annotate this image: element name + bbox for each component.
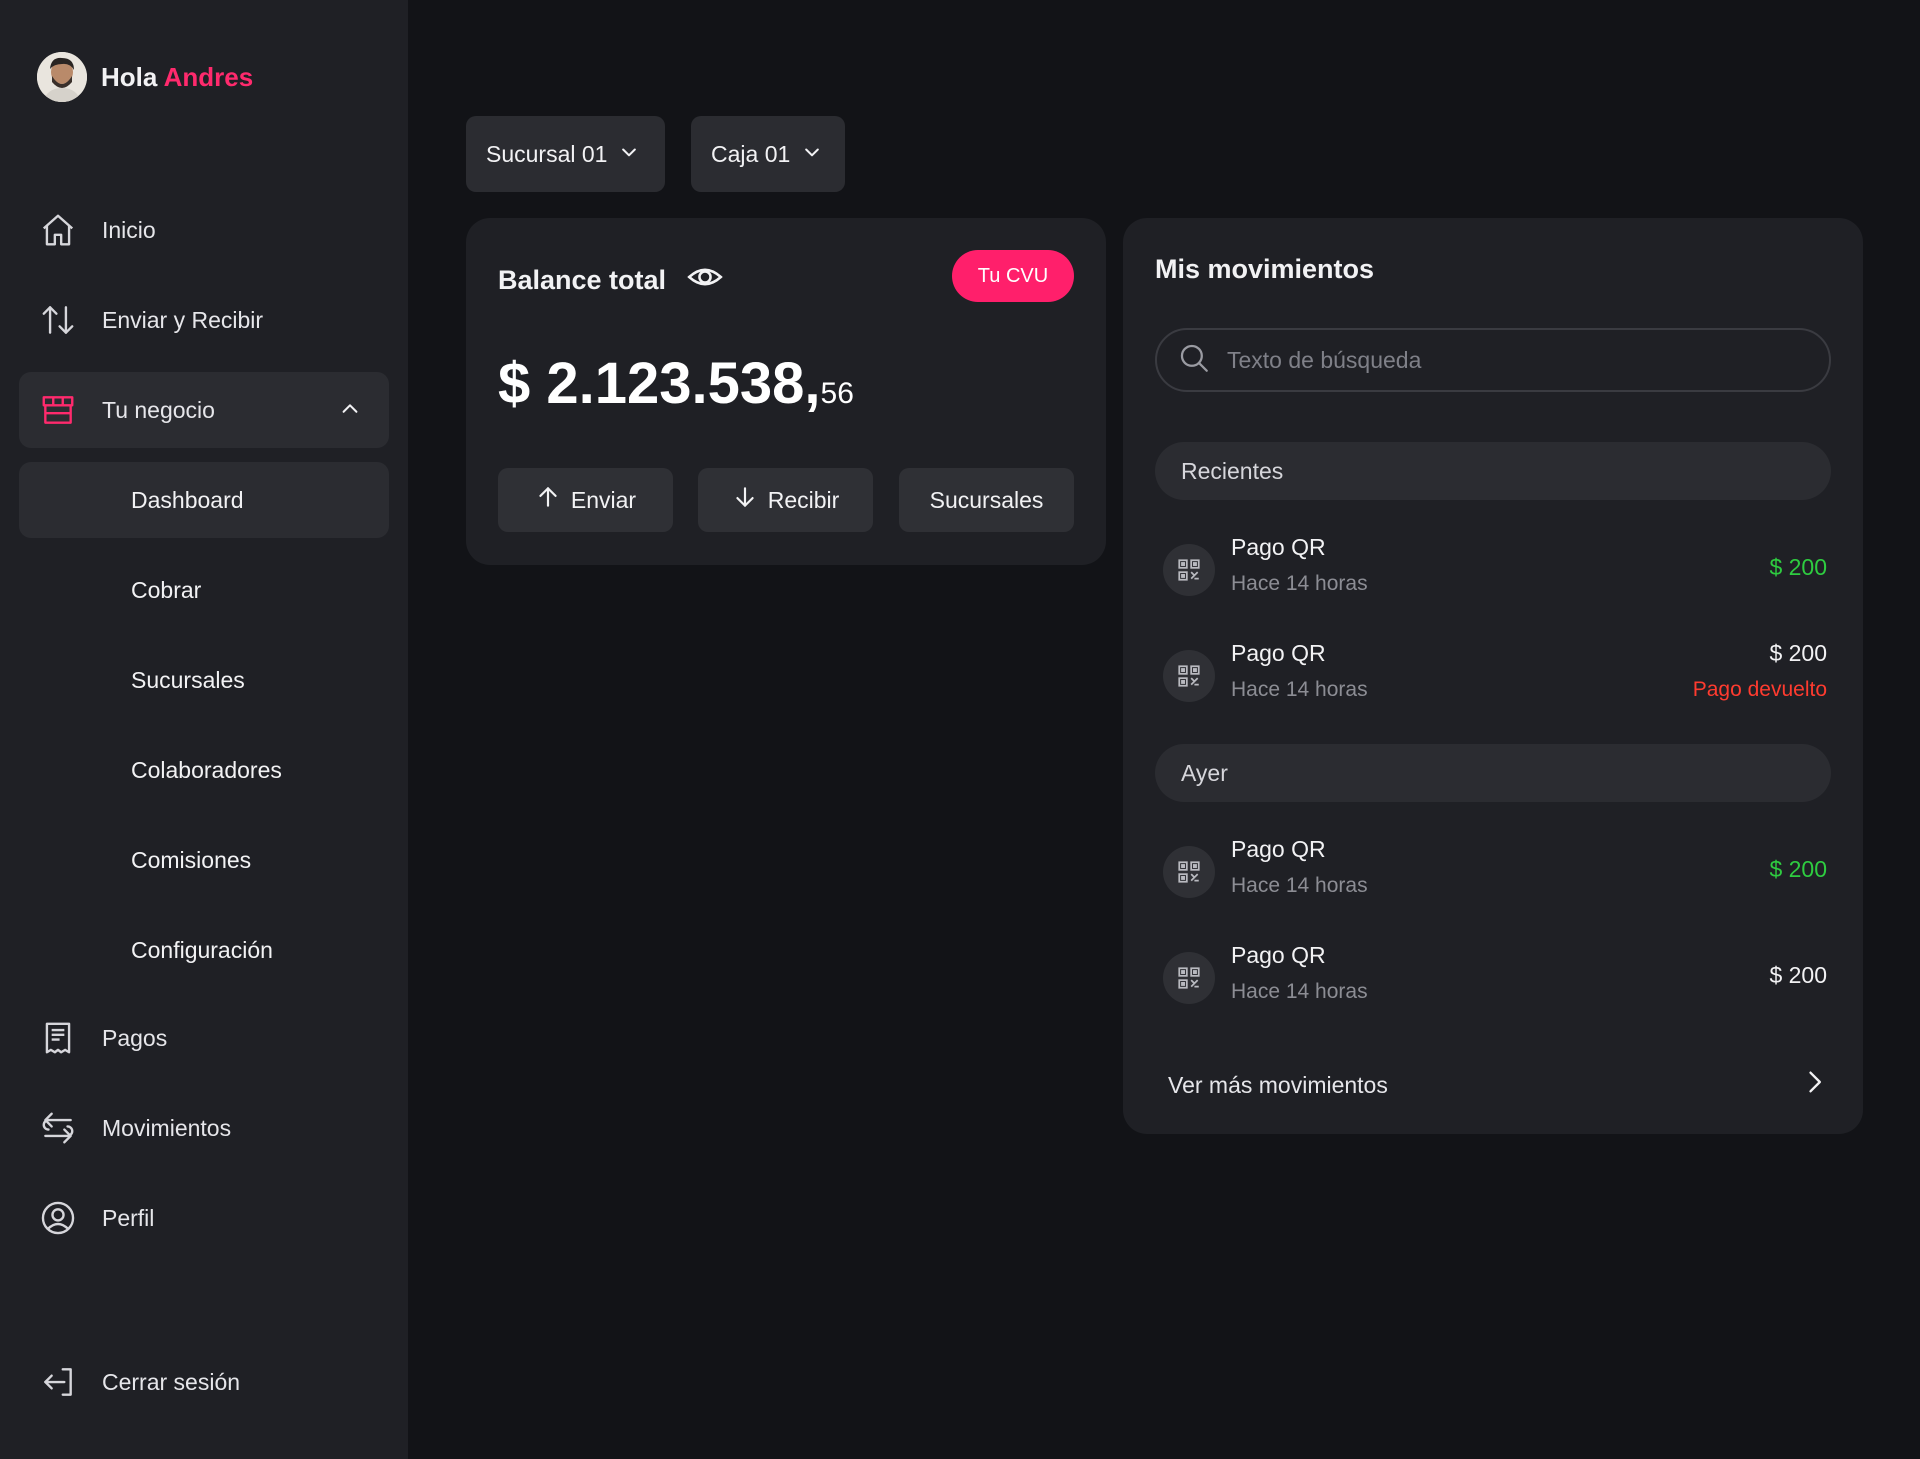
see-more-link[interactable]: Ver más movimientos [1168,1068,1828,1102]
search-input[interactable] [1227,346,1807,374]
chevron-down-icon [619,141,639,168]
movements-card: Mis movimientos Recientes Pago QR Hace 1… [1123,218,1863,1134]
balance-title: Balance total [498,265,667,295]
tx-title: Pago QR [1231,640,1326,666]
logout-label: Cerrar sesión [102,1368,241,1395]
tx-status: Pago devuelto [1692,678,1827,701]
receive-button-label: Recibir [767,486,840,513]
arrow-down-icon [732,484,758,516]
receipt-icon [38,1018,78,1058]
home-icon [38,210,78,250]
store-icon [38,390,78,430]
balance-amount-main: $ 2.123.538, [498,351,821,416]
sidebar-subitem-colaboradores[interactable]: Colaboradores [19,732,389,808]
qr-code-icon [1163,650,1215,702]
qr-code-icon [1163,952,1215,1004]
balance-amount-cents: 56 [820,377,854,410]
avatar[interactable] [37,52,87,102]
tx-amount: $ 200 [1769,640,1827,666]
sidebar-subitem-cobrar[interactable]: Cobrar [19,552,389,628]
sidebar-item-label: Enviar y Recibir [102,306,264,333]
cvu-button[interactable]: Tu CVU [952,250,1074,302]
user-name: Andres [163,61,254,92]
see-more-label: Ver más movimientos [1168,1071,1388,1098]
list-item[interactable]: Pago QR Hace 14 horas $ 200 [1159,938,1829,1018]
swap-icon [38,1108,78,1148]
sidebar-item-label: Perfil [102,1204,155,1231]
list-item[interactable]: Pago QR Hace 14 horas $ 200 Pago devuelt… [1159,636,1829,716]
tx-time: Hace 14 horas [1231,874,1368,897]
logout-icon [38,1362,78,1402]
chevron-right-icon [1800,1068,1828,1102]
tx-title: Pago QR [1231,942,1326,968]
sidebar-subitem-comisiones[interactable]: Comisiones [19,822,389,898]
send-button[interactable]: Enviar [498,468,673,532]
arrow-up-icon [535,484,561,516]
tx-time: Hace 14 horas [1231,678,1368,701]
greeting-text: Hola [101,61,158,92]
tx-amount: $ 200 [1769,554,1827,580]
user-circle-icon [38,1198,78,1238]
branch-select[interactable]: Sucursal 01 [466,116,665,192]
balance-card: Balance total Tu CVU $ 2.123.538,56 Envi… [466,218,1106,565]
sidebar-subitem-configuracion[interactable]: Configuración [19,912,389,988]
sidebar-subitem-sucursales[interactable]: Sucursales [19,642,389,718]
group-header-ayer: Ayer [1155,744,1831,802]
tx-time: Hace 14 horas [1231,572,1368,595]
send-button-label: Enviar [570,486,637,513]
register-select-value: Caja 01 [711,140,791,167]
sidebar: Hola Andres Inicio Enviar y Recibir Tu n… [0,0,408,1459]
logout-button[interactable]: Cerrar sesión [19,1344,389,1420]
qr-code-icon [1163,846,1215,898]
sidebar-subitem-dashboard[interactable]: Dashboard [19,462,389,538]
tx-amount: $ 200 [1769,962,1827,988]
search-icon [1177,341,1211,380]
tx-title: Pago QR [1231,534,1326,560]
sidebar-item-movimientos[interactable]: Movimientos [19,1090,389,1166]
balance-amount: $ 2.123.538,56 [498,350,854,417]
tx-title: Pago QR [1231,836,1326,862]
greeting: Hola Andres [37,52,253,102]
sidebar-item-perfil[interactable]: Perfil [19,1180,389,1256]
search-box[interactable] [1155,328,1831,392]
qr-code-icon [1163,544,1215,596]
transfer-arrows-icon [38,300,78,340]
branch-select-value: Sucursal 01 [486,140,608,167]
sidebar-item-label: Tu negocio [102,396,215,423]
list-item[interactable]: Pago QR Hace 14 horas $ 200 [1159,832,1829,912]
branches-button-label: Sucursales [929,486,1044,513]
chevron-up-icon[interactable] [339,398,361,426]
tx-amount: $ 200 [1769,856,1827,882]
branches-button[interactable]: Sucursales [899,468,1074,532]
sidebar-item-inicio[interactable]: Inicio [19,192,389,268]
movements-title: Mis movimientos [1155,254,1375,284]
chevron-down-icon [802,141,822,168]
sidebar-item-tu-negocio[interactable]: Tu negocio [19,372,389,448]
eye-icon[interactable] [686,258,724,303]
register-select[interactable]: Caja 01 [691,116,845,192]
list-item[interactable]: Pago QR Hace 14 horas $ 200 [1159,530,1829,610]
sidebar-item-label: Inicio [102,216,156,243]
tx-time: Hace 14 horas [1231,980,1368,1003]
sidebar-item-enviar-recibir[interactable]: Enviar y Recibir [19,282,389,358]
sidebar-item-label: Movimientos [102,1114,232,1141]
receive-button[interactable]: Recibir [698,468,873,532]
sidebar-item-label: Pagos [102,1024,168,1051]
sidebar-item-pagos[interactable]: Pagos [19,1000,389,1076]
group-header-recientes: Recientes [1155,442,1831,500]
balance-header: Balance total [498,258,724,303]
